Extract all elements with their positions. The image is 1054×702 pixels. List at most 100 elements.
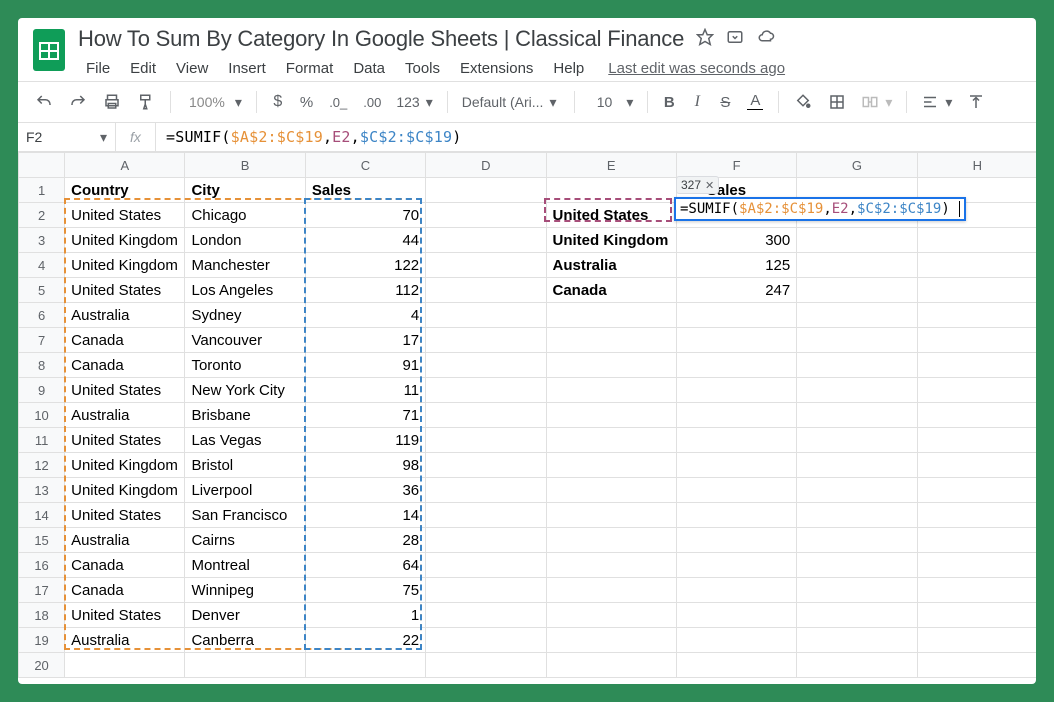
cell[interactable]: [917, 528, 1036, 553]
cell[interactable]: Sydney: [185, 303, 305, 328]
cell[interactable]: 11: [305, 378, 425, 403]
cell[interactable]: 14: [305, 503, 425, 528]
cell[interactable]: 122: [305, 253, 425, 278]
redo-button[interactable]: [62, 88, 94, 116]
cell[interactable]: [185, 653, 305, 678]
spreadsheet-grid[interactable]: A B C D E F G H 1CountryCitySalesSales2U…: [18, 152, 1036, 678]
print-button[interactable]: [96, 88, 128, 116]
borders-button[interactable]: [821, 88, 853, 116]
cell[interactable]: [917, 553, 1036, 578]
cell[interactable]: [676, 453, 796, 478]
cell[interactable]: [797, 528, 917, 553]
undo-button[interactable]: [28, 88, 60, 116]
row-header[interactable]: 15: [19, 528, 65, 553]
cell[interactable]: Toronto: [185, 353, 305, 378]
cell[interactable]: United States: [546, 203, 676, 228]
strikethrough-button[interactable]: S: [712, 88, 738, 116]
cell[interactable]: [917, 303, 1036, 328]
document-title[interactable]: How To Sum By Category In Google Sheets …: [78, 26, 684, 52]
percent-button[interactable]: %: [293, 88, 320, 116]
cell[interactable]: [797, 578, 917, 603]
cell[interactable]: United States: [65, 603, 185, 628]
cell[interactable]: [676, 503, 796, 528]
cell[interactable]: [546, 603, 676, 628]
cell[interactable]: Canada: [65, 353, 185, 378]
row-header[interactable]: 2: [19, 203, 65, 228]
cell[interactable]: Australia: [65, 628, 185, 653]
cell[interactable]: Bristol: [185, 453, 305, 478]
fill-color-button[interactable]: [787, 88, 819, 116]
menu-edit[interactable]: Edit: [122, 56, 164, 81]
cell[interactable]: Brisbane: [185, 403, 305, 428]
cell[interactable]: [676, 378, 796, 403]
dec-increase-button[interactable]: .00: [356, 88, 388, 116]
cell[interactable]: [917, 628, 1036, 653]
cell[interactable]: [676, 553, 796, 578]
cell[interactable]: Australia: [65, 303, 185, 328]
cell[interactable]: 17: [305, 328, 425, 353]
star-icon[interactable]: [696, 28, 714, 51]
cell[interactable]: [546, 378, 676, 403]
cell[interactable]: United States: [65, 203, 185, 228]
row-header[interactable]: 3: [19, 228, 65, 253]
cell[interactable]: Manchester: [185, 253, 305, 278]
col-header-C[interactable]: C: [305, 153, 425, 178]
cell[interactable]: [917, 653, 1036, 678]
col-header-B[interactable]: B: [185, 153, 305, 178]
italic-button[interactable]: I: [684, 88, 710, 116]
font-size-select[interactable]: 10▾: [583, 90, 640, 115]
align-button[interactable]: ▾: [915, 89, 958, 115]
cell[interactable]: [676, 478, 796, 503]
menu-tools[interactable]: Tools: [397, 56, 448, 81]
cell[interactable]: [676, 528, 796, 553]
cell[interactable]: Australia: [65, 403, 185, 428]
cell[interactable]: [917, 353, 1036, 378]
cell[interactable]: 75: [305, 578, 425, 603]
cell[interactable]: [546, 553, 676, 578]
cell[interactable]: Los Angeles: [185, 278, 305, 303]
cell[interactable]: 91: [305, 353, 425, 378]
cell[interactable]: Canada: [65, 553, 185, 578]
cell[interactable]: [546, 453, 676, 478]
cell[interactable]: [917, 278, 1036, 303]
cell[interactable]: United States: [65, 503, 185, 528]
cell[interactable]: 98: [305, 453, 425, 478]
cell[interactable]: [797, 278, 917, 303]
cell[interactable]: [797, 253, 917, 278]
row-header[interactable]: 19: [19, 628, 65, 653]
cell[interactable]: [426, 428, 546, 453]
cell[interactable]: United Kingdom: [546, 228, 676, 253]
cell[interactable]: London: [185, 228, 305, 253]
cell[interactable]: [797, 403, 917, 428]
cell[interactable]: [917, 428, 1036, 453]
font-select[interactable]: Default (Ari...▾: [456, 90, 566, 115]
row-header[interactable]: 14: [19, 503, 65, 528]
cloud-icon[interactable]: [756, 28, 776, 51]
cell[interactable]: [917, 328, 1036, 353]
row-header[interactable]: 4: [19, 253, 65, 278]
cell[interactable]: United Kingdom: [65, 453, 185, 478]
cell[interactable]: Country: [65, 178, 185, 203]
menu-file[interactable]: File: [78, 56, 118, 81]
menu-view[interactable]: View: [168, 56, 216, 81]
cell[interactable]: [917, 503, 1036, 528]
cell[interactable]: 22: [305, 628, 425, 653]
cell[interactable]: Canada: [65, 328, 185, 353]
menu-extensions[interactable]: Extensions: [452, 56, 541, 81]
cell[interactable]: [797, 353, 917, 378]
cell[interactable]: 119: [305, 428, 425, 453]
row-header[interactable]: 13: [19, 478, 65, 503]
zoom-select[interactable]: 100%▾: [179, 90, 248, 115]
cell[interactable]: 44: [305, 228, 425, 253]
cell[interactable]: [797, 228, 917, 253]
last-edit-link[interactable]: Last edit was seconds ago: [608, 60, 785, 77]
move-icon[interactable]: [726, 28, 744, 51]
cell[interactable]: Australia: [65, 528, 185, 553]
cell[interactable]: [546, 353, 676, 378]
cell[interactable]: Montreal: [185, 553, 305, 578]
bold-button[interactable]: B: [656, 88, 682, 116]
menu-help[interactable]: Help: [545, 56, 592, 81]
cell[interactable]: 36: [305, 478, 425, 503]
cell[interactable]: [676, 328, 796, 353]
cell[interactable]: [797, 328, 917, 353]
